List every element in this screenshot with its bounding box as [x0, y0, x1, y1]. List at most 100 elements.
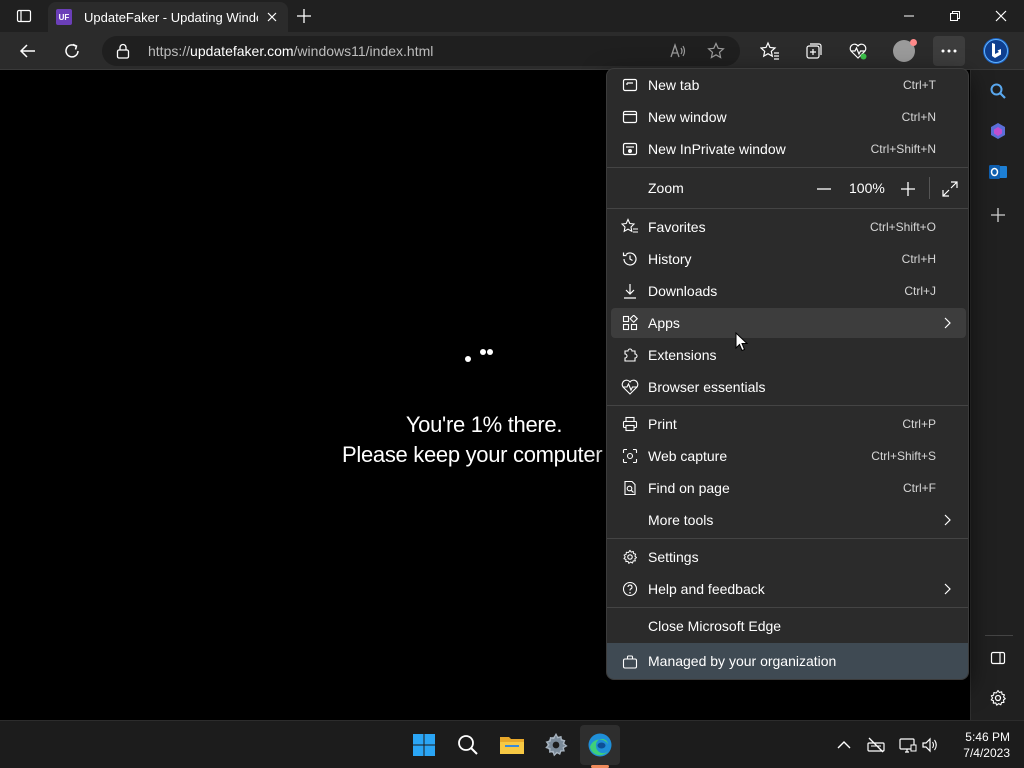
sidebar-settings-button[interactable]	[984, 684, 1012, 712]
collections-button[interactable]	[798, 36, 830, 66]
collections-icon	[806, 43, 822, 59]
settings-icon	[545, 733, 568, 757]
menu-item-downloads[interactable]: Downloads Ctrl+J	[611, 276, 966, 306]
url-host: updatefaker.com	[190, 43, 294, 59]
tab-actions-button[interactable]	[8, 4, 40, 28]
history-icon	[621, 250, 639, 268]
menu-item-help-and-feedback[interactable]: Help and feedback	[611, 574, 966, 604]
menu-item-label: Help and feedback	[648, 581, 765, 597]
inprivate-icon	[621, 140, 639, 158]
close-window-button[interactable]	[978, 0, 1024, 32]
tab-strip: UF UpdateFaker - Updating Windows 11	[0, 0, 1024, 32]
menu-item-label: New window	[648, 109, 727, 125]
menu-item-shortcut: Ctrl+T	[903, 78, 936, 92]
gear-icon	[990, 689, 1006, 706]
menu-separator	[607, 538, 968, 539]
url-text[interactable]: https://updatefaker.com/windows11/index.…	[148, 43, 433, 59]
sidebar-outlook-button[interactable]	[984, 158, 1012, 186]
sidebar-search-button[interactable]	[984, 77, 1012, 105]
tab-close-button[interactable]	[264, 9, 280, 25]
add-favorite-button[interactable]	[706, 41, 726, 61]
settings-app-button[interactable]	[536, 725, 576, 765]
menu-item-extensions[interactable]: Extensions	[611, 340, 966, 370]
network-status[interactable]	[866, 735, 886, 755]
download-icon	[621, 282, 639, 300]
volume-control[interactable]	[920, 735, 940, 755]
menu-item-label: Zoom	[648, 180, 684, 196]
lock-icon[interactable]	[116, 43, 130, 59]
printer-icon	[621, 415, 639, 433]
menu-item-new-inprivate-window[interactable]: New InPrivate window Ctrl+Shift+N	[611, 134, 966, 164]
sidebar-hide-button[interactable]	[984, 644, 1012, 672]
edge-taskbar-button[interactable]	[580, 725, 620, 765]
search-icon	[990, 83, 1006, 99]
new-tab-icon	[621, 76, 639, 94]
minimize-button[interactable]	[886, 0, 932, 32]
copilot-button[interactable]	[980, 36, 1012, 66]
menu-item-label: Apps	[648, 315, 680, 331]
sidebar-copilot-button[interactable]	[984, 117, 1012, 145]
display-status[interactable]	[898, 735, 918, 755]
start-button[interactable]	[404, 725, 444, 765]
menu-item-label: Web capture	[648, 448, 728, 464]
minimize-icon	[904, 15, 914, 17]
show-hidden-icons-button[interactable]	[834, 735, 854, 755]
gear-icon	[621, 548, 639, 566]
zoom-out-button[interactable]	[815, 180, 833, 198]
menu-item-close-microsoft-edge[interactable]: Close Microsoft Edge	[611, 611, 966, 641]
fullscreen-button[interactable]	[941, 180, 959, 198]
settings-and-more-button[interactable]	[933, 36, 965, 66]
active-tab[interactable]: UF UpdateFaker - Updating Windows 11	[48, 2, 288, 32]
spinner-dot	[487, 349, 493, 355]
menu-separator	[607, 405, 968, 406]
menu-item-web-capture[interactable]: Web capture Ctrl+Shift+S	[611, 441, 966, 471]
file-explorer-button[interactable]	[492, 725, 532, 765]
sidebar-add-button[interactable]	[984, 201, 1012, 229]
profile-button[interactable]	[888, 36, 920, 66]
favorites-icon	[621, 218, 639, 236]
menu-item-apps[interactable]: Apps	[611, 308, 966, 338]
favorites-button[interactable]	[754, 36, 786, 66]
browser-essentials-button[interactable]	[842, 36, 874, 66]
menu-item-find-on-page[interactable]: Find on page Ctrl+F	[611, 473, 966, 503]
menu-separator	[607, 208, 968, 209]
url-path: /windows11/index.html	[293, 43, 434, 59]
sidebar	[970, 70, 1024, 720]
menu-item-settings[interactable]: Settings	[611, 542, 966, 572]
back-button[interactable]	[13, 36, 43, 66]
help-icon	[621, 580, 639, 598]
refresh-button[interactable]	[57, 36, 87, 66]
menu-item-label: Downloads	[648, 283, 718, 299]
close-icon	[267, 12, 277, 22]
menu-item-browser-essentials[interactable]: Browser essentials	[611, 372, 966, 402]
taskbar-search-button[interactable]	[448, 725, 488, 765]
mouse-cursor	[735, 332, 749, 352]
menu-item-favorites[interactable]: Favorites Ctrl+Shift+O	[611, 212, 966, 242]
menu-item-new-tab[interactable]: New tab Ctrl+T	[611, 70, 966, 100]
menu-item-new-window[interactable]: New window Ctrl+N	[611, 102, 966, 132]
menu-item-shortcut: Ctrl+N	[901, 110, 936, 124]
menu-separator	[607, 607, 968, 608]
menu-item-zoom: Zoom 100%	[611, 173, 966, 203]
chevron-right-icon	[940, 582, 954, 596]
menu-item-history[interactable]: History Ctrl+H	[611, 244, 966, 274]
menu-item-more-tools[interactable]: More tools	[611, 505, 966, 535]
ellipsis-icon	[941, 49, 957, 53]
menu-item-print[interactable]: Print Ctrl+P	[611, 409, 966, 439]
menu-item-label: Browser essentials	[648, 379, 766, 395]
new-tab-button[interactable]	[292, 4, 316, 28]
windows-start-icon	[413, 734, 435, 756]
restore-icon	[950, 11, 960, 21]
back-arrow-icon	[19, 44, 35, 58]
read-aloud-button[interactable]	[668, 41, 688, 61]
minus-icon	[817, 188, 831, 190]
managed-label: Managed by your organization	[648, 653, 837, 669]
system-clock[interactable]: 5:46 PM 7/4/2023	[948, 729, 1010, 761]
clock-date: 7/4/2023	[963, 746, 1010, 760]
tab-title: UpdateFaker - Updating Windows 11	[84, 9, 258, 25]
menu-item-shortcut: Ctrl+Shift+N	[870, 142, 936, 156]
zoom-in-button[interactable]	[899, 180, 917, 198]
address-bar[interactable]: https://updatefaker.com/windows11/index.…	[102, 36, 740, 66]
restore-button[interactable]	[932, 0, 978, 32]
managed-by-organization[interactable]: Managed by your organization	[607, 643, 968, 679]
